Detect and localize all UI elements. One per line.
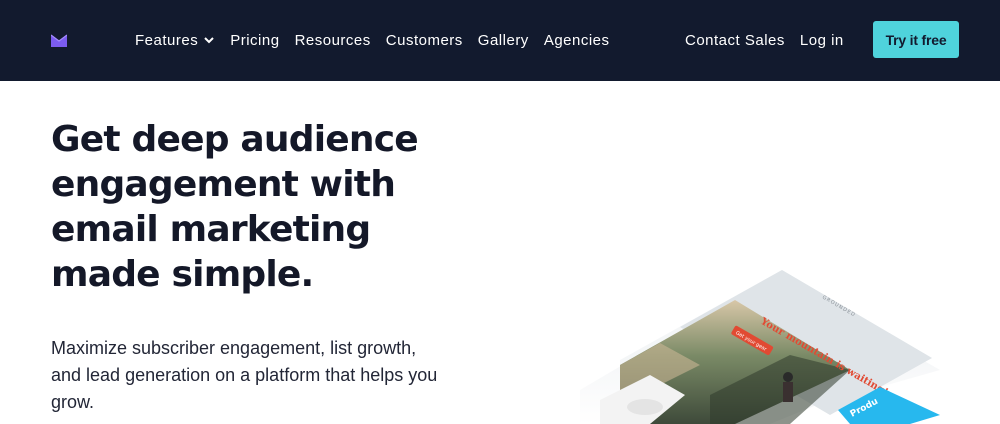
nav-item-label: Agencies [543, 32, 610, 49]
nav-item-label: Pricing [230, 32, 280, 49]
nav-item-customers[interactable]: Customers [386, 32, 463, 49]
nav-item-label: Gallery [477, 32, 529, 49]
hero-subtitle-line: Maximize subscriber engagement, list gro… [51, 338, 417, 358]
account-nav: Contact Sales Log in [685, 0, 844, 81]
hero-subtitle: Maximize subscriber engagement, list gro… [51, 335, 461, 416]
nav-item-pricing[interactable]: Pricing [230, 32, 279, 49]
hero-title-line: Get deep audience [51, 119, 419, 160]
nav-item-agencies[interactable]: Agencies [544, 32, 610, 49]
hero-title-line: engagement with [51, 164, 396, 205]
nav-item-label: Features [135, 32, 199, 49]
nav-item-label: Resources [294, 32, 371, 49]
brand-logo-icon[interactable] [51, 33, 67, 47]
try-it-free-button[interactable]: Try it free [873, 21, 959, 58]
contact-sales-link[interactable]: Contact Sales [685, 32, 785, 49]
hero-title: Get deep audience engagement with email … [51, 117, 471, 297]
hero-title-line: email marketing [51, 209, 371, 250]
login-link[interactable]: Log in [800, 32, 844, 49]
chevron-down-icon [204, 37, 214, 44]
nav-item-resources[interactable]: Resources [295, 32, 371, 49]
email-template-graphic: Your mountain is waiting! Get your gear … [580, 270, 940, 424]
main-nav: Features Pricing Resources Customers Gal… [135, 0, 610, 81]
hero-subtitle-line: and lead generation on a platform that h… [51, 365, 438, 385]
hero-subtitle-line: grow. [51, 392, 95, 412]
nav-item-label: Customers [385, 32, 463, 49]
hero-title-line: made simple. [51, 254, 314, 295]
nav-item-gallery[interactable]: Gallery [478, 32, 529, 49]
nav-item-features[interactable]: Features [135, 32, 214, 49]
email-template-illustration: Your mountain is waiting! Get your gear … [560, 265, 1000, 424]
top-navigation: Features Pricing Resources Customers Gal… [0, 0, 1000, 81]
